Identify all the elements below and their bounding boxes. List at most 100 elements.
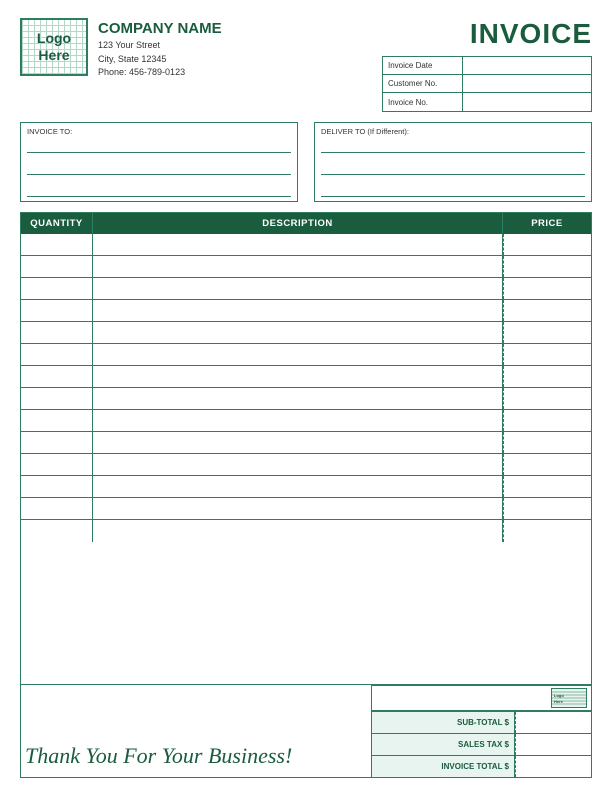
customer-no-label: Customer No. xyxy=(383,75,463,92)
row-price[interactable] xyxy=(503,454,591,475)
row-desc[interactable] xyxy=(93,366,503,387)
invoice-no-row: Invoice No. xyxy=(383,93,591,111)
row-desc[interactable] xyxy=(93,300,503,321)
row-qty[interactable] xyxy=(21,278,93,299)
row-desc[interactable] xyxy=(93,476,503,497)
row-price[interactable] xyxy=(503,366,591,387)
sales-tax-label: SALES TAX $ xyxy=(372,734,515,755)
table-row xyxy=(21,234,591,256)
table-row xyxy=(21,366,591,388)
logo-text: Logo Here xyxy=(37,30,71,64)
row-price[interactable] xyxy=(503,432,591,453)
row-price[interactable] xyxy=(503,520,591,542)
row-qty[interactable] xyxy=(21,454,93,475)
header-right: INVOICE Invoice Date Customer No. Invoic… xyxy=(382,18,592,112)
company-phone: Phone: 456-789-0123 xyxy=(98,66,222,80)
table-row xyxy=(21,322,591,344)
address-section: INVOICE TO: DELIVER TO (If Different): xyxy=(20,122,592,202)
row-price[interactable] xyxy=(503,410,591,431)
row-desc[interactable] xyxy=(93,410,503,431)
row-price[interactable] xyxy=(503,256,591,277)
row-qty[interactable] xyxy=(21,410,93,431)
table-row xyxy=(21,256,591,278)
row-price[interactable] xyxy=(503,476,591,497)
row-desc[interactable] xyxy=(93,322,503,343)
deliver-to-line-2 xyxy=(321,161,585,175)
row-qty[interactable] xyxy=(21,432,93,453)
logo-box: Logo Here xyxy=(20,18,88,76)
table-row xyxy=(21,278,591,300)
col-price-header: PRICE xyxy=(503,213,591,234)
row-qty[interactable] xyxy=(21,366,93,387)
col-qty-header: QUANTITY xyxy=(21,213,93,234)
invoice-date-label: Invoice Date xyxy=(383,57,463,74)
row-qty[interactable] xyxy=(21,388,93,409)
table-row xyxy=(21,344,591,366)
invoice-page: Logo Here COMPANY NAME 123 Your Street C… xyxy=(0,0,612,792)
totals-section: Logo Here SUB-TOTAL $ SALES TAX $ INVOIC… xyxy=(371,685,591,777)
table-row xyxy=(21,300,591,322)
footer-section: Thank You For Your Business! Logo Here xyxy=(20,685,592,778)
row-qty[interactable] xyxy=(21,256,93,277)
row-qty[interactable] xyxy=(21,322,93,343)
row-desc[interactable] xyxy=(93,432,503,453)
logo-line1: Logo xyxy=(37,30,71,46)
company-details: 123 Your Street City, State 12345 Phone:… xyxy=(98,39,222,80)
row-price[interactable] xyxy=(503,322,591,343)
customer-no-row: Customer No. xyxy=(383,75,591,93)
small-logo: Logo Here xyxy=(551,688,587,708)
row-price[interactable] xyxy=(503,300,591,321)
items-table: QUANTITY DESCRIPTION PRICE xyxy=(20,212,592,685)
sales-tax-row: SALES TAX $ xyxy=(372,733,591,755)
table-row xyxy=(21,432,591,454)
invoice-to-line-1 xyxy=(27,139,291,153)
row-price[interactable] xyxy=(503,498,591,519)
invoice-to-label: INVOICE TO: xyxy=(27,127,291,136)
row-price[interactable] xyxy=(503,278,591,299)
table-row xyxy=(21,520,591,542)
row-qty[interactable] xyxy=(21,520,93,542)
row-qty[interactable] xyxy=(21,234,93,255)
invoice-total-row: INVOICE TOTAL $ xyxy=(372,755,591,777)
header-left: Logo Here COMPANY NAME 123 Your Street C… xyxy=(20,18,222,80)
invoice-to-line-2 xyxy=(27,161,291,175)
row-qty[interactable] xyxy=(21,344,93,365)
header: Logo Here COMPANY NAME 123 Your Street C… xyxy=(20,18,592,112)
row-desc[interactable] xyxy=(93,498,503,519)
row-qty[interactable] xyxy=(21,498,93,519)
table-row xyxy=(21,476,591,498)
invoice-to-line-3 xyxy=(27,183,291,197)
subtotal-label: SUB-TOTAL $ xyxy=(372,712,515,733)
deliver-to-box: DELIVER TO (If Different): xyxy=(314,122,592,202)
small-logo-svg: Logo Here xyxy=(552,689,586,707)
row-qty[interactable] xyxy=(21,476,93,497)
row-desc[interactable] xyxy=(93,256,503,277)
row-price[interactable] xyxy=(503,234,591,255)
deliver-to-lines xyxy=(321,139,585,197)
logo-line2: Here xyxy=(38,47,69,63)
sales-tax-value[interactable] xyxy=(515,734,591,755)
row-desc[interactable] xyxy=(93,278,503,299)
deliver-to-label: DELIVER TO (If Different): xyxy=(321,127,585,136)
subtotal-value[interactable] xyxy=(515,712,591,733)
row-desc[interactable] xyxy=(93,234,503,255)
row-qty[interactable] xyxy=(21,300,93,321)
row-desc[interactable] xyxy=(93,344,503,365)
row-desc[interactable] xyxy=(93,454,503,475)
table-row xyxy=(21,388,591,410)
deliver-to-line-1 xyxy=(321,139,585,153)
subtotal-row: SUB-TOTAL $ xyxy=(372,711,591,733)
company-name: COMPANY NAME xyxy=(98,20,222,37)
invoice-fields: Invoice Date Customer No. Invoice No. xyxy=(382,56,592,112)
thank-you-message: Thank You For Your Business! xyxy=(21,737,371,777)
company-street: 123 Your Street xyxy=(98,39,222,53)
row-price[interactable] xyxy=(503,344,591,365)
table-row xyxy=(21,410,591,432)
row-desc[interactable] xyxy=(93,520,503,542)
row-desc[interactable] xyxy=(93,388,503,409)
invoice-total-value[interactable] xyxy=(515,756,591,777)
row-price[interactable] xyxy=(503,388,591,409)
company-info: COMPANY NAME 123 Your Street City, State… xyxy=(98,18,222,80)
table-header: QUANTITY DESCRIPTION PRICE xyxy=(21,213,591,234)
invoice-to-box: INVOICE TO: xyxy=(20,122,298,202)
